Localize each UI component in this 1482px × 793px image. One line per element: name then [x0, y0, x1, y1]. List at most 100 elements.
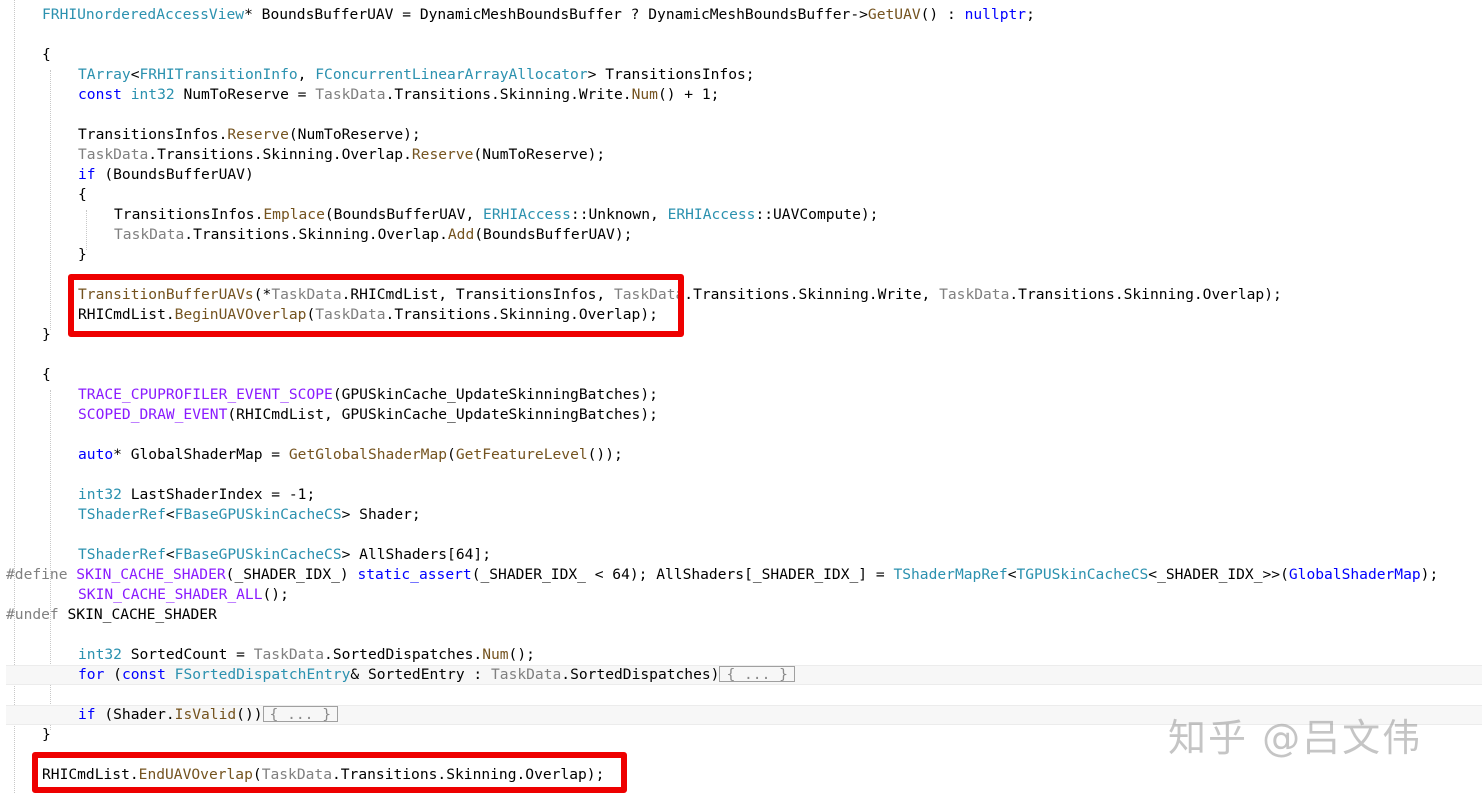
code-token: ());: [587, 446, 623, 463]
highlight-box-end-overlap: [32, 752, 627, 793]
code-line[interactable]: TShaderRef<FBaseGPUSkinCacheCS> Shader;: [6, 505, 421, 525]
code-token: FBaseGPUSkinCacheCS: [174, 506, 342, 523]
code-line[interactable]: FRHIUnorderedAccessView* BoundsBufferUAV…: [6, 5, 1035, 25]
code-token: Reserve: [227, 126, 289, 143]
code-token: {: [78, 186, 87, 203]
code-token: Emplace: [263, 206, 325, 223]
code-token: (NumToReserve);: [288, 126, 421, 143]
code-token: GetFeatureLevel: [455, 446, 588, 463]
code-token: const: [121, 666, 166, 683]
code-token: nullptr: [964, 6, 1027, 23]
code-token: #define: [6, 566, 77, 583]
code-token: (Shader.: [95, 706, 175, 723]
code-token: .Transitions.Skinning.Write.: [385, 86, 632, 103]
watermark: 知乎 @吕文伟: [1168, 716, 1423, 760]
code-line[interactable]: SCOPED_DRAW_EVENT(RHICmdList, GPUSkinCac…: [6, 405, 658, 425]
code-line[interactable]: {: [6, 45, 51, 65]
code-line[interactable]: const int32 NumToReserve = TaskData.Tran…: [6, 85, 719, 105]
highlight-box-begin-overlap: [68, 274, 684, 337]
collapsed-region-button[interactable]: { ... }: [262, 706, 339, 722]
code-token: TaskData: [114, 226, 185, 243]
code-token: }: [78, 246, 87, 263]
code-token: NumToReserve =: [174, 86, 316, 103]
code-token: .Transitions.Skinning.Overlap.: [148, 146, 412, 163]
code-line[interactable]: if (Shader.IsValid()){ ... }: [6, 705, 339, 725]
code-token: auto: [78, 446, 114, 463]
code-token: );: [1420, 566, 1439, 583]
code-token: FBaseGPUSkinCacheCS: [174, 546, 342, 563]
code-token: ::UAVCompute);: [755, 206, 879, 223]
code-line[interactable]: TRACE_CPUPROFILER_EVENT_SCOPE(GPUSkinCac…: [6, 385, 658, 405]
code-line[interactable]: int32 SortedCount = TaskData.SortedDispa…: [6, 645, 535, 665]
code-token: GlobalShaderMap: [1288, 566, 1421, 583]
code-token: Reserve: [411, 146, 474, 163]
code-token: ERHIAccess: [483, 206, 571, 223]
code-token: }: [42, 326, 51, 343]
code-token: TaskData: [491, 666, 562, 683]
code-line[interactable]: #undef SKIN_CACHE_SHADER: [6, 605, 217, 625]
code-token: TShaderMapRef: [893, 566, 1008, 583]
code-token: ;: [1026, 6, 1035, 23]
code-token: TaskData: [78, 146, 149, 163]
code-token: TransitionsInfos.: [114, 206, 264, 223]
code-token: TShaderRef: [78, 506, 166, 523]
code-token: FConcurrentLinearArrayAllocator: [315, 66, 588, 83]
code-token: () :: [920, 6, 965, 23]
code-token: TaskData: [253, 646, 325, 663]
code-line[interactable]: for (const FSortedDispatchEntry& SortedE…: [6, 665, 795, 685]
code-line[interactable]: TransitionsInfos.Emplace(BoundsBufferUAV…: [6, 205, 878, 225]
code-token: > AllShaders[64];: [341, 546, 491, 563]
code-line[interactable]: #define SKIN_CACHE_SHADER(_SHADER_IDX_) …: [6, 565, 1438, 585]
code-token: LastShaderIndex = -1;: [121, 486, 316, 503]
code-token: TRACE_CPUPROFILER_EVENT_SCOPE: [78, 386, 333, 403]
code-line[interactable]: TaskData.Transitions.Skinning.Overlap.Ad…: [6, 225, 632, 245]
code-token: if: [78, 166, 96, 183]
code-token: TaskData: [939, 286, 1010, 303]
code-line[interactable]: TShaderRef<FBaseGPUSkinCacheCS> AllShade…: [6, 545, 491, 565]
code-token: GetUAV: [867, 6, 921, 23]
code-token: .Transitions.Skinning.Overlap.: [184, 226, 448, 243]
code-token: () + 1;: [657, 86, 720, 103]
code-token: (NumToReserve);: [473, 146, 606, 163]
collapsed-region-button[interactable]: { ... }: [719, 666, 795, 682]
code-token: #undef: [6, 606, 68, 623]
code-token: Num: [631, 86, 658, 103]
code-line[interactable]: {: [6, 365, 51, 385]
code-token: TaskData: [315, 86, 386, 103]
code-line[interactable]: }: [6, 725, 51, 745]
code-token: (BoundsBufferUAV): [95, 166, 254, 183]
code-token: SortedCount =: [121, 646, 254, 663]
code-token: (BoundsBufferUAV);: [474, 226, 633, 243]
code-line[interactable]: int32 LastShaderIndex = -1;: [6, 485, 315, 505]
code-token: IsValid: [174, 706, 237, 723]
code-token: SCOPED_DRAW_EVENT: [78, 406, 228, 423]
code-token: if: [78, 706, 96, 723]
code-token: .SortedDispatches.: [324, 646, 483, 663]
code-token: (_SHADER_IDX_ < 64); AllShaders[_SHADER_…: [471, 566, 894, 583]
code-line[interactable]: TArray<FRHITransitionInfo, FConcurrentLi…: [6, 65, 755, 85]
code-line[interactable]: SKIN_CACHE_SHADER_ALL();: [6, 585, 289, 605]
code-line[interactable]: }: [6, 245, 87, 265]
code-token: int32: [78, 486, 122, 503]
code-token: {: [42, 46, 51, 63]
code-line[interactable]: TransitionsInfos.Reserve(NumToReserve);: [6, 125, 421, 145]
code-line[interactable]: if (BoundsBufferUAV): [6, 165, 254, 185]
code-editor[interactable]: FRHIUnorderedAccessView* BoundsBufferUAV…: [0, 0, 1482, 793]
code-token: ERHIAccess: [667, 206, 756, 223]
code-line[interactable]: TaskData.Transitions.Skinning.Overlap.Re…: [6, 145, 605, 165]
code-line[interactable]: }: [6, 325, 51, 345]
code-token: <: [130, 66, 140, 83]
code-token: .Transitions.Skinning.Overlap);: [1009, 286, 1282, 303]
code-line[interactable]: auto* GlobalShaderMap = GetGlobalShaderM…: [6, 445, 623, 465]
code-token: & SortedEntry :: [350, 666, 491, 683]
code-token: TShaderRef: [78, 546, 166, 563]
code-token: ,: [297, 66, 316, 83]
code-token: (BoundsBufferUAV,: [324, 206, 484, 223]
code-token: ();: [508, 646, 535, 663]
code-token: ::Unknown,: [570, 206, 668, 223]
code-line[interactable]: {: [6, 185, 87, 205]
code-token: static_assert: [357, 566, 472, 583]
code-token: TransitionsInfos.: [78, 126, 228, 143]
